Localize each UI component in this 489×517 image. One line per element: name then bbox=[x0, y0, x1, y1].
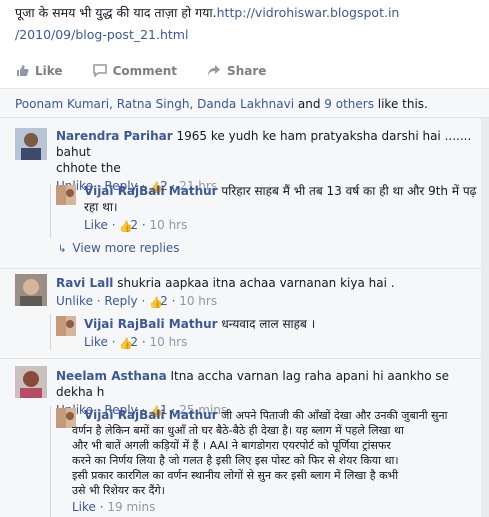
reply-text: और भी बातें अगली कड़ियों में हैं । AAI न… bbox=[72, 439, 391, 452]
reply-text: वर्णन है लेकिन बमों का धुआँ तो घर बैठे-ब… bbox=[72, 424, 404, 437]
reply: Vijai RajBali Mathur परिहार साहब मैं भी … bbox=[84, 183, 479, 233]
comment-text: shukria aapkaa itna achaa varnanan kiya … bbox=[117, 276, 395, 290]
comment-time[interactable]: 10 hrs bbox=[179, 294, 217, 308]
comment-meta: Unlike · Reply · 👍2 · 10 hrs bbox=[56, 294, 218, 309]
thumbs-up-icon: 👍 bbox=[119, 337, 134, 350]
likes-summary: Poonam Kumari, Ratna Singh, Danda Lakhna… bbox=[15, 97, 428, 111]
avatar[interactable] bbox=[56, 185, 76, 205]
likes-others-link[interactable]: 9 others bbox=[324, 97, 374, 111]
view-more-replies[interactable]: ↳ View more replies bbox=[58, 241, 180, 255]
comment-button[interactable]: Comment bbox=[92, 64, 178, 78]
likes-and: and bbox=[294, 97, 325, 111]
reply-arrow-icon: ↳ bbox=[58, 244, 67, 255]
like-link[interactable]: Like bbox=[84, 218, 108, 232]
reply-author[interactable]: Vijai RajBali Mathur bbox=[84, 408, 218, 422]
comment-author[interactable]: Narendra Parihar bbox=[56, 129, 173, 143]
reply-link[interactable]: Reply bbox=[104, 294, 137, 308]
reply-text: रहा था। bbox=[84, 200, 118, 214]
view-more-label: View more replies bbox=[72, 241, 180, 255]
reply-text: करने का निर्णय लिया है जो गलत है इसी लिए… bbox=[72, 454, 399, 467]
reply-time[interactable]: 19 mins bbox=[107, 500, 155, 514]
divider bbox=[0, 358, 489, 359]
post-text: पूजा के समय भी युद्ध की याद ताज़ा हो गया… bbox=[15, 2, 475, 46]
comment-text: chhote the bbox=[56, 161, 121, 175]
reply-like-count[interactable]: 2 bbox=[130, 218, 138, 232]
reply-thread-line bbox=[50, 183, 51, 238]
reply-meta: Like · 👍2 · 10 hrs bbox=[84, 218, 188, 233]
reply-thread-line bbox=[50, 314, 51, 350]
thumbs-up-icon: 👍 bbox=[119, 220, 134, 233]
reply-time[interactable]: 10 hrs bbox=[149, 218, 187, 232]
comment-author[interactable]: Neelam Asthana bbox=[56, 369, 167, 383]
like-button[interactable]: Like bbox=[15, 64, 63, 78]
share-label: Share bbox=[227, 64, 267, 78]
thumbs-up-icon bbox=[15, 64, 29, 78]
avatar[interactable] bbox=[15, 274, 47, 306]
reply-thread-line bbox=[50, 406, 51, 517]
reply-text: इसी प्रकार कारगिल का वर्णन स्थानीय लोगों… bbox=[72, 469, 399, 482]
avatar[interactable] bbox=[15, 128, 47, 160]
like-link[interactable]: Like bbox=[72, 500, 96, 514]
reply-meta: Like · 👍2 · 10 hrs bbox=[84, 335, 188, 350]
reply-text: उसे भी रिशेयर कर दैंगे। bbox=[72, 484, 165, 497]
comment-label: Comment bbox=[112, 64, 178, 78]
share-icon bbox=[207, 64, 221, 78]
reply-text: धन्यवाद लाल साहब । bbox=[221, 317, 316, 331]
likes-tail: like this. bbox=[373, 97, 428, 111]
avatar[interactable] bbox=[56, 316, 76, 336]
divider bbox=[0, 268, 489, 269]
reply: Vijai RajBali Mathur धन्यवाद लाल साहब । … bbox=[84, 316, 479, 350]
thumbs-up-icon: 👍 bbox=[149, 296, 163, 309]
comment-author[interactable]: Ravi Lall bbox=[56, 276, 113, 290]
post-link-cont[interactable]: /2010/09/blog-post_21.html bbox=[15, 27, 188, 42]
likers-names[interactable]: Poonam Kumari, Ratna Singh, Danda Lakhna… bbox=[15, 97, 294, 111]
avatar[interactable] bbox=[15, 366, 47, 398]
share-button[interactable]: Share bbox=[207, 64, 266, 78]
reply-meta: Like · 19 mins bbox=[72, 500, 156, 514]
like-label: Like bbox=[35, 64, 63, 78]
reply: Vijai RajBali Mathur जी अपने पिताजी की आ… bbox=[72, 408, 479, 515]
reply-like-count[interactable]: 2 bbox=[130, 335, 138, 349]
post-link[interactable]: http://vidrohiswar.blogspot.in bbox=[217, 5, 400, 20]
comment-icon bbox=[92, 64, 107, 78]
scrollbar-track[interactable] bbox=[481, 118, 489, 517]
comment: Ravi Lall shukria aapkaa itna achaa varn… bbox=[56, 275, 476, 309]
reply-time[interactable]: 10 hrs bbox=[149, 335, 187, 349]
reply-author[interactable]: Vijai RajBali Mathur bbox=[84, 184, 218, 198]
reply-text: जी अपने पिताजी की आँखों देखा और उनकी जुब… bbox=[221, 409, 448, 422]
comment-like-count[interactable]: 2 bbox=[160, 294, 168, 308]
reply-text: परिहार साहब मैं भी तब 13 वर्ष का ही था औ… bbox=[221, 184, 477, 198]
unlike-link[interactable]: Unlike bbox=[56, 294, 93, 308]
reply-author[interactable]: Vijai RajBali Mathur bbox=[84, 317, 218, 331]
like-link[interactable]: Like bbox=[84, 335, 108, 349]
post-text-line1: पूजा के समय भी युद्ध की याद ताज़ा हो गया… bbox=[15, 5, 217, 20]
post-actions: Like Comment Share bbox=[15, 60, 296, 82]
